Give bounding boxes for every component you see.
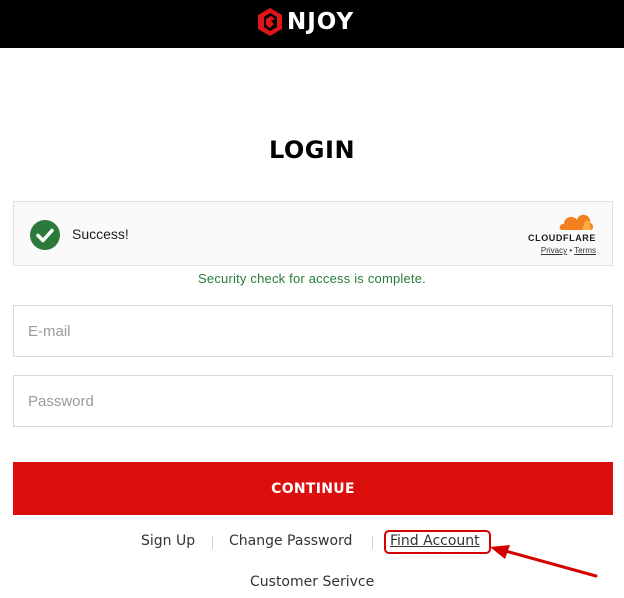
red-arrow-annotation-icon: [490, 545, 598, 578]
cloudflare-links: Privacy • Terms: [541, 246, 596, 255]
email-input[interactable]: [13, 305, 613, 357]
top-header-bar: NJOY: [0, 0, 624, 48]
customer-service-link[interactable]: Customer Serivce: [250, 574, 374, 590]
njoy-logo-mark-icon: [258, 8, 282, 36]
cloudflare-wordmark: CLOUDFLARE: [528, 233, 596, 243]
password-input[interactable]: [13, 375, 613, 427]
privacy-link[interactable]: Privacy: [541, 246, 567, 255]
captcha-status-text: Success!: [72, 226, 129, 242]
continue-button[interactable]: CONTINUE: [13, 462, 613, 515]
sign-up-link[interactable]: Sign Up: [141, 533, 195, 549]
security-check-message: Security check for access is complete.: [198, 271, 426, 286]
njoy-logo[interactable]: NJOY: [255, 6, 354, 38]
cloudflare-cloud-icon: [559, 214, 593, 230]
page-title: LOGIN: [268, 136, 356, 164]
cloudflare-branding: CLOUDFLARE Privacy • Terms: [516, 212, 596, 258]
change-password-link[interactable]: Change Password: [229, 533, 352, 549]
find-account-highlight-annotation: [384, 530, 491, 554]
logo-text: NJOY: [287, 9, 355, 35]
link-divider: [212, 536, 213, 549]
link-divider: [372, 536, 373, 549]
cloudflare-turnstile-widget[interactable]: Success! CLOUDFLARE Privacy • Terms: [13, 201, 613, 266]
link-separator: •: [569, 246, 573, 255]
terms-link[interactable]: Terms: [574, 246, 596, 255]
checkmark-circle-icon: [30, 220, 60, 250]
